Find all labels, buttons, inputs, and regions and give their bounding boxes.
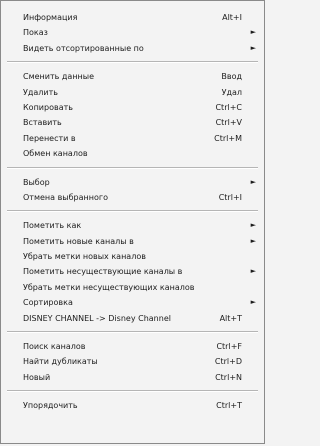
menu-item[interactable]: Информация Alt+I [1,10,264,25]
menu-item[interactable]: Удалить Удал [1,85,264,100]
menu-item-label: Видеть отсортированные по [23,43,144,53]
menu-item-label: Упорядочить [23,401,78,411]
menu-item-label: Сменить данные [23,72,95,82]
submenu-arrow-icon: ► [250,177,256,186]
submenu-arrow-icon: ► [250,298,256,307]
menu-item-label: DISNEY CHANNEL -> Disney Channel [23,313,171,323]
menu-item-shortcut: Удал [221,87,242,97]
menu-item[interactable]: Пометить новые каналы в ► [1,234,264,249]
menu-separator [7,210,258,213]
menu-item-shortcut: Ctrl+F [216,342,242,352]
menu-item[interactable]: DISNEY CHANNEL -> Disney Channel Alt+T [1,311,264,326]
menu-item-label: Копировать [23,102,73,112]
menu-item-label: Убрать метки несуществующих каналов [23,282,195,292]
menu-item[interactable]: Упорядочить Ctrl+T [1,398,264,413]
submenu-arrow-icon: ► [250,221,256,230]
menu-item-label: Обмен каналов [23,149,88,159]
menu-item[interactable]: Пометить как ► [1,218,264,233]
context-menu: Информация Alt+I Показ ► Видеть отсортирован… [0,0,265,444]
menu-item-label: Выбор [23,177,50,187]
menu-item[interactable]: Видеть отсортированные по ► [1,41,264,56]
menu-item[interactable]: Сменить данные Ввод [1,69,264,84]
menu-item-label: Новый [23,372,51,382]
menu-item[interactable]: Сортировка ► [1,295,264,310]
menu-item-shortcut: Ctrl+V [215,118,242,128]
menu-separator [7,61,258,64]
menu-item-shortcut: Alt+T [219,313,242,323]
menu-item-label: Показ [23,28,48,38]
menu-item-label: Убрать метки новых каналов [23,252,146,262]
menu-item[interactable]: Копировать Ctrl+C [1,100,264,115]
menu-item-label: Найти дубликаты [23,357,98,367]
menu-item[interactable]: Убрать метки новых каналов [1,249,264,264]
submenu-arrow-icon: ► [250,43,256,52]
menu-item[interactable]: Показ ► [1,25,264,40]
menu-item-label: Поиск каналов [23,342,86,352]
submenu-arrow-icon: ► [250,28,256,37]
menu-item-shortcut: Alt+I [222,13,242,22]
menu-separator [7,390,258,393]
menu-item-label: Отмена выбранного [23,192,108,202]
menu-item-label: Удалить [23,87,58,97]
submenu-arrow-icon: ► [250,236,256,245]
menu-separator [7,331,258,334]
menu-item-label: Вставить [23,118,62,128]
menu-item-shortcut: Ctrl+I [218,192,242,202]
submenu-arrow-icon: ► [250,267,256,276]
menu-item[interactable]: Поиск каналов Ctrl+F [1,339,264,354]
menu-item[interactable]: Обмен каналов [1,146,264,161]
menu-item-label: Пометить несуществующие каналы в [23,267,183,277]
menu-item[interactable]: Убрать метки несуществующих каналов [1,280,264,295]
menu-item[interactable]: Вставить Ctrl+V [1,115,264,130]
menu-item[interactable]: Найти дубликаты Ctrl+D [1,354,264,369]
menu-item-label: Информация [23,13,78,22]
menu-item[interactable]: Выбор ► [1,175,264,190]
menu-separator [7,166,258,169]
menu-item-shortcut: Ctrl+T [216,401,242,411]
menu-item[interactable]: Перенести в Ctrl+M [1,131,264,146]
menu-item[interactable]: Отмена выбранного Ctrl+I [1,190,264,205]
menu-item-label: Пометить новые каналы в [23,236,134,246]
menu-item[interactable]: Новый Ctrl+N [1,370,264,385]
menu-item-label: Сортировка [23,298,73,308]
menu-item-label: Пометить как [23,221,82,231]
menu-item-shortcut: Ввод [221,72,242,82]
menu-item-label: Перенести в [23,133,76,143]
menu-item-shortcut: Ctrl+D [214,357,242,367]
menu-item-shortcut: Ctrl+C [215,102,242,112]
menu-item-shortcut: Ctrl+M [214,133,242,143]
menu-item-shortcut: Ctrl+N [215,372,242,382]
menu-item[interactable]: Пометить несуществующие каналы в ► [1,264,264,279]
